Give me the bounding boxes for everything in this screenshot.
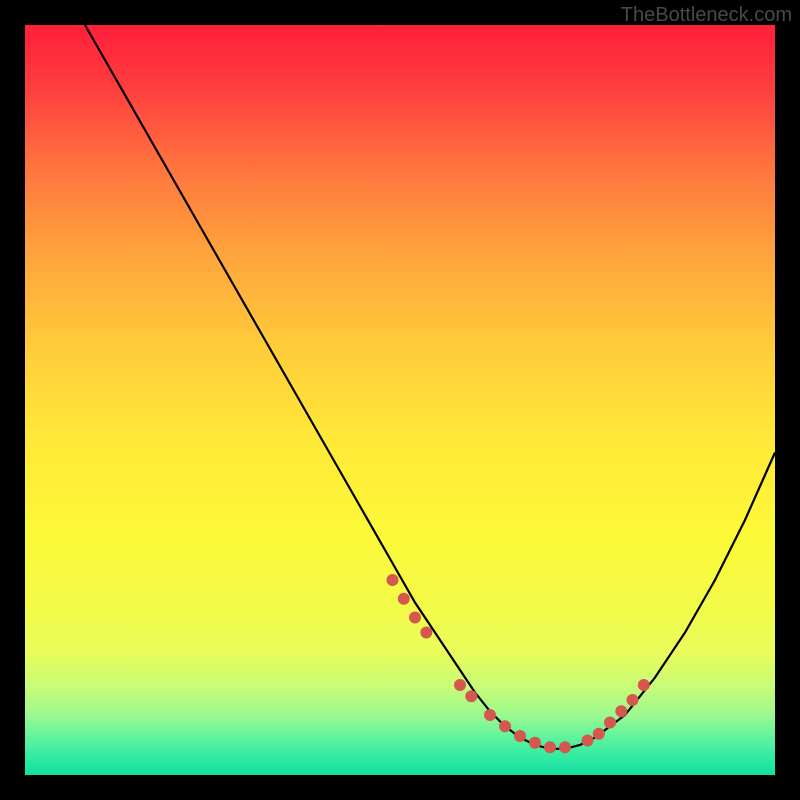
curve-marker <box>465 690 477 702</box>
curve-marker <box>454 679 466 691</box>
curve-marker <box>544 741 556 753</box>
bottleneck-curve <box>85 25 775 749</box>
curve-markers <box>387 574 650 753</box>
curve-marker <box>484 709 496 721</box>
curve-marker <box>582 735 594 747</box>
curve-marker <box>593 728 605 740</box>
chart-svg <box>25 25 775 775</box>
attribution-text: TheBottleneck.com <box>621 4 792 27</box>
curve-marker <box>638 679 650 691</box>
curve-marker <box>559 741 571 753</box>
curve-marker <box>627 694 639 706</box>
curve-marker <box>615 705 627 717</box>
curve-marker <box>420 627 432 639</box>
curve-marker <box>398 593 410 605</box>
curve-marker <box>387 574 399 586</box>
chart-plot-area <box>25 25 775 775</box>
curve-marker <box>514 730 526 742</box>
curve-marker <box>529 737 541 749</box>
curve-marker <box>499 720 511 732</box>
curve-marker <box>604 717 616 729</box>
curve-marker <box>409 612 421 624</box>
